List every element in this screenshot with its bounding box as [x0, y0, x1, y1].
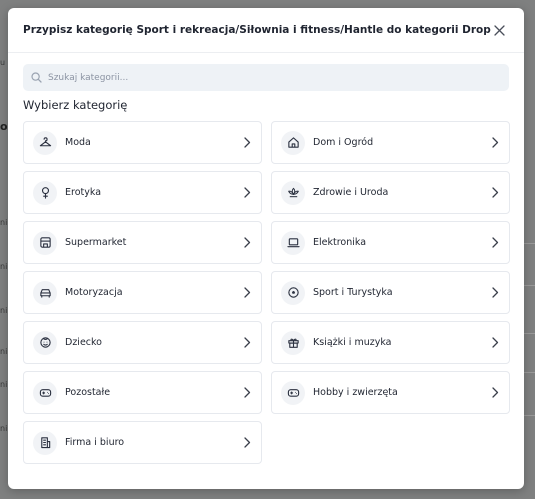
category-label: Supermarket: [65, 237, 127, 248]
category-card-hobby-i-zwierzeta[interactable]: Hobby i zwierzęta: [271, 371, 510, 414]
category-card-moda[interactable]: Moda: [23, 121, 262, 164]
chevron-right-icon: [243, 187, 251, 198]
background-text: ni: [0, 306, 8, 315]
close-button[interactable]: [491, 22, 507, 38]
category-card-pozostale[interactable]: Pozostałe: [23, 371, 262, 414]
icon-badge: [33, 230, 57, 255]
office-building-icon: [40, 437, 50, 449]
icon-badge: [33, 130, 57, 155]
category-label: Hobby i zwierzęta: [313, 387, 398, 398]
category-label: Firma i biuro: [65, 437, 125, 448]
chevron-right-icon: [243, 387, 251, 398]
chevron-right-icon: [243, 237, 251, 248]
category-label: Dziecko: [65, 337, 102, 348]
category-card-motoryzacja[interactable]: Motoryzacja: [23, 271, 262, 314]
icon-badge: [281, 230, 305, 255]
chevron-right-icon: [491, 187, 499, 198]
category-card-sport-i-turystyka[interactable]: Sport i Turystyka: [271, 271, 510, 314]
background-text: ni: [0, 218, 8, 227]
house-icon: [287, 137, 299, 148]
category-card-elektronika[interactable]: Elektronika: [271, 221, 510, 264]
search-input[interactable]: [48, 72, 509, 83]
category-card-dziecko[interactable]: Dziecko: [23, 321, 262, 364]
category-label: Książki i muzyka: [313, 337, 392, 348]
icon-badge: [281, 330, 305, 355]
icon-badge: [33, 180, 57, 205]
gamepad-icon: [39, 389, 51, 397]
category-card-dom-i-ogrod[interactable]: Dom i Ogród: [271, 121, 510, 164]
section-label: Wybierz kategorię: [23, 98, 128, 112]
category-card-zdrowie-i-uroda[interactable]: Zdrowie i Uroda: [271, 171, 510, 214]
background-text: ni: [0, 380, 8, 389]
modal-header: Przypisz kategorię Sport i rekreacja/Sił…: [8, 8, 524, 53]
chevron-right-icon: [491, 237, 499, 248]
gamepad-icon: [287, 389, 299, 397]
female-symbol-icon: [41, 187, 49, 199]
category-modal: Przypisz kategorię Sport i rekreacja/Sił…: [8, 8, 524, 489]
icon-badge: [281, 380, 305, 405]
background-text: ni: [0, 424, 8, 433]
search-box[interactable]: [23, 64, 509, 91]
background-text: ni: [0, 347, 8, 356]
category-card-erotyka[interactable]: Erotyka: [23, 171, 262, 214]
category-label: Dom i Ogród: [313, 137, 374, 148]
icon-badge: [33, 330, 57, 355]
chevron-right-icon: [243, 137, 251, 148]
category-label: Pozostałe: [65, 387, 111, 398]
chevron-right-icon: [491, 287, 499, 298]
icon-badge: [33, 380, 57, 405]
category-card-ksiazki-i-muzyka[interactable]: Książki i muzyka: [271, 321, 510, 364]
lotus-icon: [287, 187, 299, 198]
ball-icon: [287, 287, 299, 298]
background-text: ni: [0, 262, 8, 271]
icon-badge: [281, 280, 305, 305]
category-label: Elektronika: [313, 237, 367, 248]
category-label: Erotyka: [65, 187, 102, 198]
close-icon: [493, 24, 505, 36]
background-text: u: [0, 58, 6, 67]
laptop-icon: [286, 238, 300, 248]
chevron-right-icon: [243, 437, 251, 448]
icon-badge: [33, 430, 57, 455]
icon-badge: [33, 280, 57, 305]
category-card-supermarket[interactable]: Supermarket: [23, 221, 262, 264]
gift-icon: [287, 338, 299, 348]
chevron-right-icon: [491, 387, 499, 398]
baby-icon: [39, 337, 51, 348]
icon-badge: [281, 180, 305, 205]
icon-badge: [281, 130, 305, 155]
category-label: Sport i Turystyka: [313, 287, 393, 298]
car-icon: [39, 289, 51, 298]
chevron-right-icon: [491, 337, 499, 348]
search-icon: [31, 72, 42, 83]
category-label: Moda: [65, 137, 91, 148]
chevron-right-icon: [243, 287, 251, 298]
chevron-right-icon: [243, 337, 251, 348]
hanger-icon: [39, 137, 51, 147]
category-card-firma-i-biuro[interactable]: Firma i biuro: [23, 421, 262, 464]
store-icon: [39, 237, 51, 248]
modal-title: Przypisz kategorię Sport i rekreacja/Sił…: [23, 24, 491, 36]
category-grid: Moda Dom i Ogród Erotyka Zdrowie i Uroda…: [23, 121, 510, 464]
category-label: Motoryzacja: [65, 287, 123, 298]
chevron-right-icon: [491, 137, 499, 148]
category-label: Zdrowie i Uroda: [313, 187, 389, 198]
